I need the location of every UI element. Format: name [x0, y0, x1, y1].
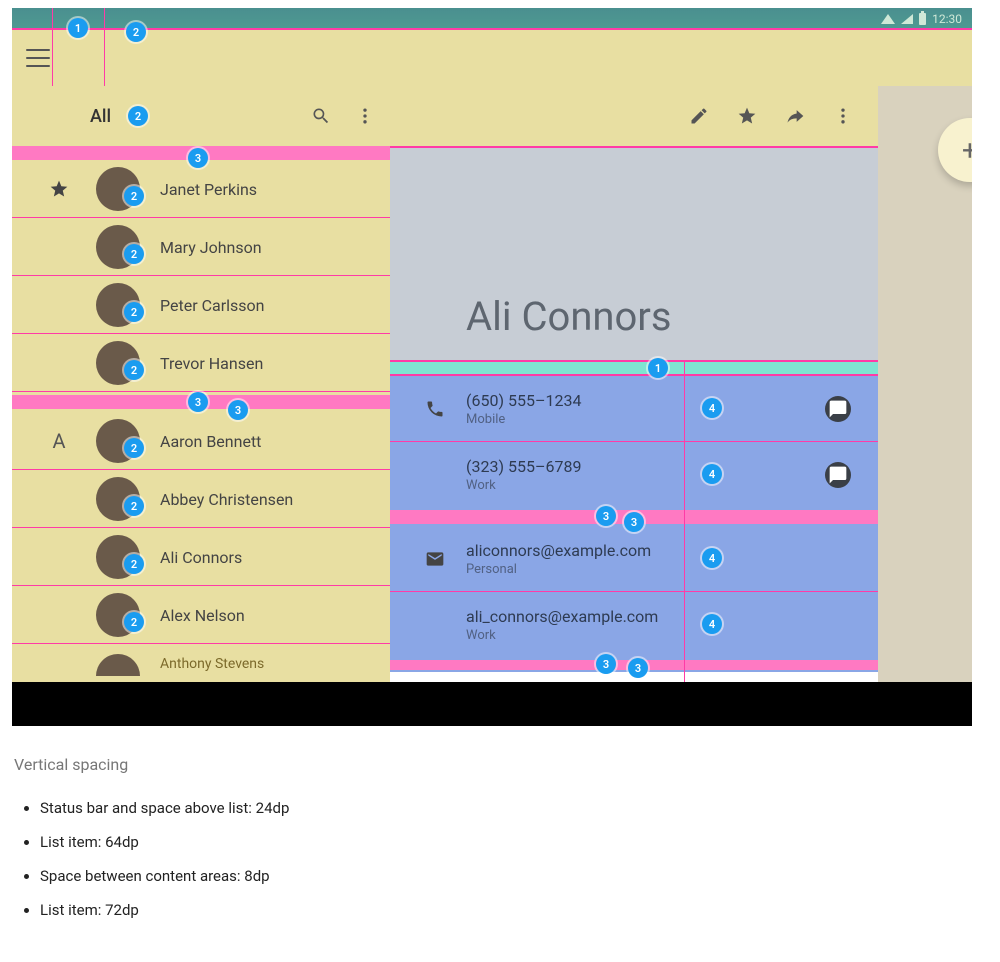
- email-address: aliconnors@example.com: [466, 541, 798, 560]
- annotation-badge-2: 2: [124, 438, 144, 458]
- phone-row[interactable]: (323) 555–6789 Work 4: [390, 442, 878, 508]
- content-area: All 2 3: [12, 86, 972, 682]
- sms-icon[interactable]: [825, 462, 851, 488]
- battery-icon: [919, 13, 926, 25]
- list-header: All 2: [12, 86, 390, 146]
- contact-title: Ali Connors: [466, 293, 672, 340]
- annotation-badge-2: 2: [124, 186, 144, 206]
- contact-row[interactable]: 2 Abbey Christensen: [12, 470, 390, 528]
- annotation-badge-3: 3: [228, 400, 248, 420]
- annotation-badge-2: 2: [124, 612, 144, 632]
- annotation-badge-4: 4: [702, 398, 722, 418]
- add-fab[interactable]: +: [938, 118, 972, 182]
- clock: 12:30: [932, 12, 962, 26]
- filter-label[interactable]: All: [90, 106, 111, 127]
- contact-name: Alex Nelson: [160, 606, 245, 625]
- contact-name: Peter Carlsson: [160, 296, 265, 315]
- email-address: ali_connors@example.com: [466, 607, 798, 626]
- annotation-badge-4: 4: [702, 464, 722, 484]
- email-row[interactable]: aliconnors@example.com Personal 4: [390, 526, 878, 592]
- scroll-gutter: +: [878, 86, 972, 682]
- annotation-badge-3: 3: [628, 658, 648, 678]
- contact-row[interactable]: 2 Janet Perkins: [12, 160, 390, 218]
- contact-name: Mary Johnson: [160, 238, 262, 257]
- overflow-icon[interactable]: [354, 105, 376, 127]
- contact-hero: Ali Connors: [390, 146, 878, 360]
- phone-number: (650) 555–1234: [466, 391, 798, 410]
- annotation-badge-2: 2: [124, 496, 144, 516]
- annotation-badge-2: 2: [124, 244, 144, 264]
- email-label: Personal: [466, 562, 798, 577]
- annotation-badge-2: 2: [124, 360, 144, 380]
- caption-item: Status bar and space above list: 24dp: [40, 796, 974, 820]
- contact-row[interactable]: 2 Ali Connors: [12, 528, 390, 586]
- annotation-badge-3: 3: [188, 392, 208, 412]
- email-label: Work: [466, 628, 798, 643]
- contact-row[interactable]: Anthony Stevens: [12, 644, 390, 674]
- nav-bar: [12, 682, 972, 726]
- overflow-icon[interactable]: [832, 105, 854, 127]
- contacts-pane: All 2 3: [12, 86, 390, 682]
- caption-block: Vertical spacing Status bar and space ab…: [14, 752, 974, 922]
- phone-number: (323) 555–6789: [466, 457, 798, 476]
- star-icon[interactable]: [736, 105, 758, 127]
- design-spec-screenshot: 12:30 1 2 All 2: [12, 8, 972, 726]
- email-icon: [414, 549, 456, 569]
- annotation-badge-1: 1: [648, 358, 668, 378]
- annotation-badge-4: 4: [702, 614, 722, 634]
- contact-name: Abbey Christensen: [160, 490, 293, 509]
- share-icon[interactable]: [784, 105, 806, 127]
- keyline: [12, 28, 972, 30]
- status-bar: 12:30 1: [12, 8, 972, 30]
- phone-label: Mobile: [466, 412, 798, 427]
- annotation-badge-3: 3: [624, 512, 644, 532]
- detail-toolbar: [390, 86, 878, 146]
- menu-icon[interactable]: [26, 49, 50, 67]
- phone-label: Work: [466, 478, 798, 493]
- annotation-badge-3: 3: [596, 506, 616, 526]
- section-letter: A: [42, 429, 76, 453]
- annotation-badge-3: 3: [188, 148, 208, 168]
- contact-row[interactable]: 2 Peter Carlsson: [12, 276, 390, 334]
- wifi-icon: [881, 14, 895, 24]
- email-row[interactable]: ali_connors@example.com Work 4: [390, 592, 878, 658]
- contact-detail-pane: Ali Connors 1 (650) 555–1234 Mobile 4: [390, 86, 878, 682]
- annotation-badge-2: 2: [124, 554, 144, 574]
- phone-icon: [414, 399, 456, 419]
- phone-row[interactable]: (650) 555–1234 Mobile 4: [390, 376, 878, 442]
- contact-row[interactable]: 2 Trevor Hansen: [12, 334, 390, 392]
- contact-row[interactable]: 2 Mary Johnson: [12, 218, 390, 276]
- signal-icon: [901, 14, 913, 24]
- caption-item: List item: 72dp: [40, 898, 974, 922]
- annotation-badge-3: 3: [596, 654, 616, 674]
- contact-row[interactable]: 2 Alex Nelson: [12, 586, 390, 644]
- search-icon[interactable]: [310, 105, 332, 127]
- caption-item: Space between content areas: 8dp: [40, 864, 974, 888]
- detail-list: (650) 555–1234 Mobile 4 (323) 555–6789 W…: [390, 376, 878, 672]
- app-bar: 2: [12, 30, 972, 86]
- star-icon: [42, 179, 76, 199]
- contact-name: Aaron Bennett: [160, 432, 261, 451]
- annotation-badge-4: 4: [702, 548, 722, 568]
- contact-row[interactable]: A 2 Aaron Bennett: [12, 412, 390, 470]
- contact-name: Janet Perkins: [160, 180, 257, 199]
- annotation-badge-2: 2: [128, 106, 148, 126]
- keyline: [390, 146, 878, 148]
- annotation-badge-2: 2: [124, 302, 144, 322]
- annotation-badge-2: 2: [126, 22, 146, 42]
- caption-title: Vertical spacing: [14, 752, 974, 778]
- annotation-badge-1: 1: [68, 18, 88, 38]
- vertical-keyline: [684, 360, 685, 682]
- contact-name: Trevor Hansen: [160, 354, 263, 373]
- avatar: [96, 654, 140, 676]
- spacing-overlay: 1: [390, 360, 878, 376]
- contact-name: Ali Connors: [160, 548, 242, 567]
- edit-icon[interactable]: [688, 105, 710, 127]
- caption-item: List item: 64dp: [40, 830, 974, 854]
- sms-icon[interactable]: [825, 396, 851, 422]
- contact-name: Anthony Stevens: [160, 656, 264, 672]
